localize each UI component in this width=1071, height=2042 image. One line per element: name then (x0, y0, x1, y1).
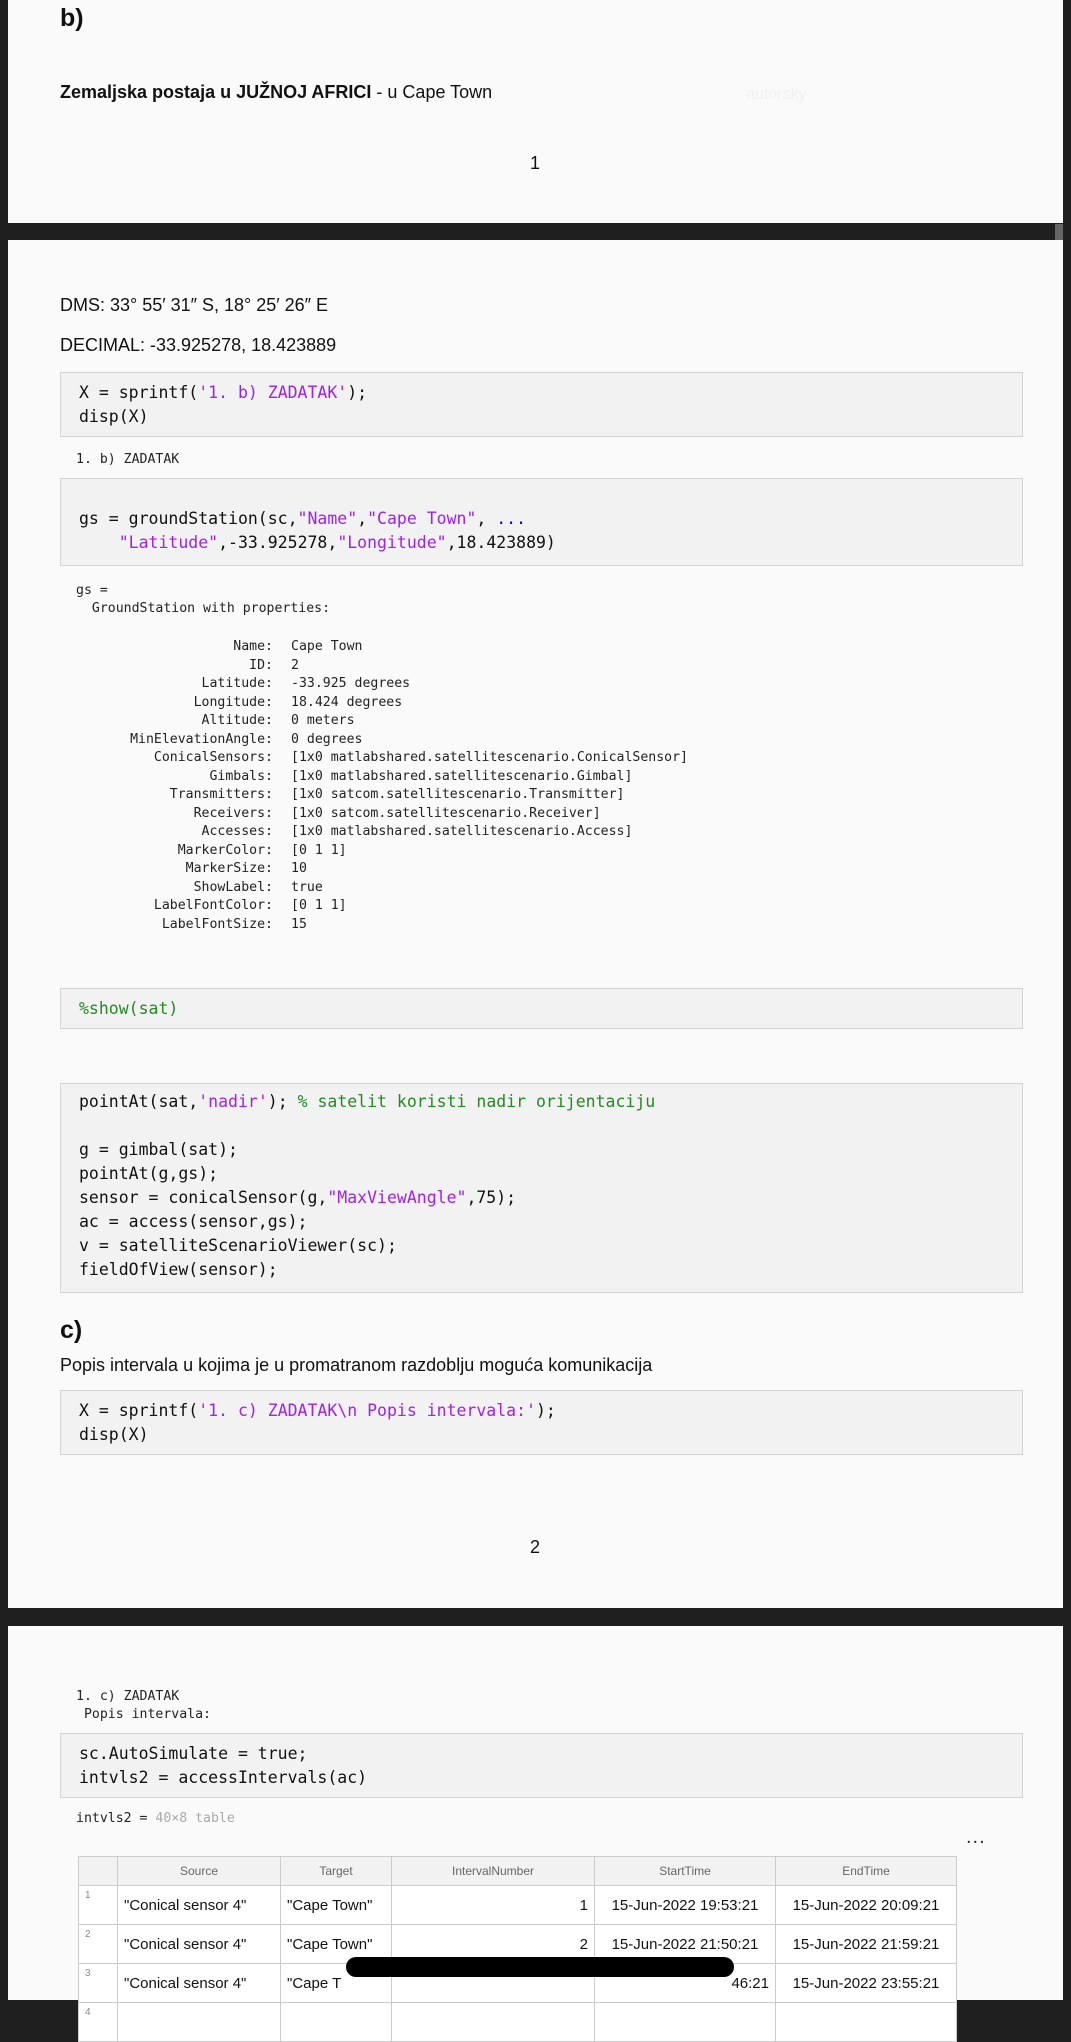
property-row: LabelFontColor: [0 1 1] (153, 898, 347, 913)
table-header-row: Source Target IntervalNumber StartTime E… (78, 1856, 957, 1886)
column-header-source[interactable]: Source (117, 1856, 281, 1886)
properties-list: Name: Cape Town ID: 2 Latitude: -33.925 deg… (72, 638, 688, 934)
dms-coordinates: DMS: 33° 55′ 31″ S, 18° 25′ 26″ E (60, 295, 329, 315)
property-row: Longitude: 18.424 degrees (193, 694, 403, 710)
station-heading-bold: Zemaljska postaja u JUŽNOJ AFRICI (60, 82, 372, 102)
cell-endtime[interactable] (775, 2002, 957, 2042)
property-row: MarkerColor: [0 1 1] (177, 842, 347, 858)
column-header-endtime[interactable]: EndTime (775, 1856, 957, 1886)
cell-source[interactable]: "Conical sensor 4" (117, 1885, 281, 1925)
cell-intervalnumber[interactable] (391, 2002, 595, 2042)
row-index: 4 (78, 2002, 118, 2042)
row-index: 3 (78, 1963, 118, 2003)
output-zadatak-c-l2: Popis intervala: (76, 1707, 211, 1722)
column-header-intervalnumber[interactable]: IntervalNumber (391, 1856, 595, 1886)
code-block-show-sat[interactable]: %show(sat) (60, 988, 1023, 1029)
cell-endtime[interactable]: 15-Jun-2022 21:59:21 (775, 1924, 957, 1964)
station-heading-rest: - u Cape Town (371, 82, 493, 102)
table-row[interactable]: 4 (78, 2002, 957, 2042)
cell-starttime[interactable]: 15-Jun-2022 19:53:21 (594, 1885, 776, 1925)
decimal-coordinates: DECIMAL: -33.925278, 18.423889 (60, 335, 337, 355)
redaction-bar (346, 1957, 734, 1977)
property-row: Latitude: -33.925 degrees (201, 676, 411, 691)
property-row: Altitude: 0 meters (201, 713, 355, 728)
code-block-groundstation[interactable]: gs = groundStation(sc,"Name","Cape Town"… (60, 478, 1023, 566)
more-options-icon[interactable]: ... (966, 1826, 986, 1849)
output-gs-subtitle: GroundStation with properties: (76, 601, 331, 616)
cell-target[interactable] (280, 2002, 392, 2042)
page-number-2: 2 (529, 1537, 540, 1557)
cell-source[interactable]: "Conical sensor 4" (117, 1924, 281, 1964)
cell-source[interactable] (117, 2002, 281, 2042)
station-heading: Zemaljska postaja u JUŽNOJ AFRICI - u Ca… (60, 82, 492, 103)
code-block-access-intervals[interactable]: sc.AutoSimulate = true; intvls2 = accessI… (60, 1733, 1023, 1798)
table-variable-label: intvls2 = 40×8 table (76, 1811, 235, 1826)
cell-source[interactable]: "Conical sensor 4" (117, 1963, 281, 2003)
cell-endtime[interactable]: 15-Jun-2022 20:09:21 (775, 1885, 957, 1925)
output-zadatak-b: 1. b) ZADATAK (76, 452, 180, 467)
property-row: MarkerSize: 10 (185, 861, 307, 876)
column-header-target[interactable]: Target (280, 1856, 392, 1886)
intervals-table: Source Target IntervalNumber StartTime E… (78, 1856, 957, 2042)
property-row: ShowLabel: true (193, 879, 323, 895)
code-block-pointat[interactable]: pointAt(sat,'nadir'); % satelit koristi … (60, 1083, 1023, 1293)
output-zadatak-c-l1: 1. c) ZADATAK (76, 1689, 180, 1704)
section-label-b: b) (60, 4, 84, 32)
cell-target[interactable]: "Cape Town" (280, 1885, 392, 1925)
code-block-sprintf-b[interactable]: X = sprintf('1. b) ZADATAK'); disp(X) (60, 372, 1023, 437)
scrollbar-thumb[interactable] (1055, 224, 1063, 240)
table-dimensions: 40×8 table (155, 1811, 235, 1826)
property-row: ID: 2 (249, 657, 299, 673)
property-row: Name: Cape Town (233, 639, 363, 654)
code-block-sprintf-c[interactable]: X = sprintf('1. c) ZADATAK\n Popis inter… (60, 1390, 1023, 1455)
property-row: ConicalSensors: [1x0 matlabshared.satelli… (153, 750, 688, 765)
property-row: Accesses: [1x0 matlabshared.satellitescen… (201, 824, 633, 839)
property-row: MinElevationAngle: 0 degrees (130, 731, 363, 747)
page-number-1: 1 (529, 153, 540, 173)
section-label-c: c) (60, 1316, 83, 1344)
table-row[interactable]: 1 "Conical sensor 4" "Cape Town" 1 15-Ju… (78, 1885, 957, 1925)
column-header-index[interactable] (78, 1856, 118, 1886)
document-page-1: b) Zemaljska postaja u JUŽNOJ AFRICI - u… (8, 0, 1063, 223)
column-header-starttime[interactable]: StartTime (594, 1856, 776, 1886)
document-page-3: 1. c) ZADATAK Popis intervala: sc.AutoSi… (8, 1626, 1063, 2042)
document-page-2: DMS: 33° 55′ 31″ S, 18° 25′ 26″ E DECIMA… (8, 240, 1063, 1608)
property-row: LabelFontSize: 15 (161, 916, 307, 932)
watermark: autorsky (746, 86, 807, 103)
row-index: 1 (78, 1885, 118, 1925)
property-row: Gimbals: [1x0 matlabshared.satellitescena… (209, 768, 633, 784)
section-c-description: Popis intervala u kojima je u promatrano… (60, 1355, 653, 1375)
cell-intervalnumber[interactable]: 1 (391, 1885, 595, 1925)
row-index: 2 (78, 1924, 118, 1964)
property-row: Transmitters: [1x0 satcom.satellitescenar… (169, 787, 625, 802)
cell-endtime[interactable]: 15-Jun-2022 23:55:21 (775, 1963, 957, 2003)
output-gs-head: gs = (76, 583, 116, 598)
property-row: Receivers: [1x0 satcom.satellitescenario.… (193, 805, 601, 821)
cell-starttime[interactable] (594, 2002, 776, 2042)
